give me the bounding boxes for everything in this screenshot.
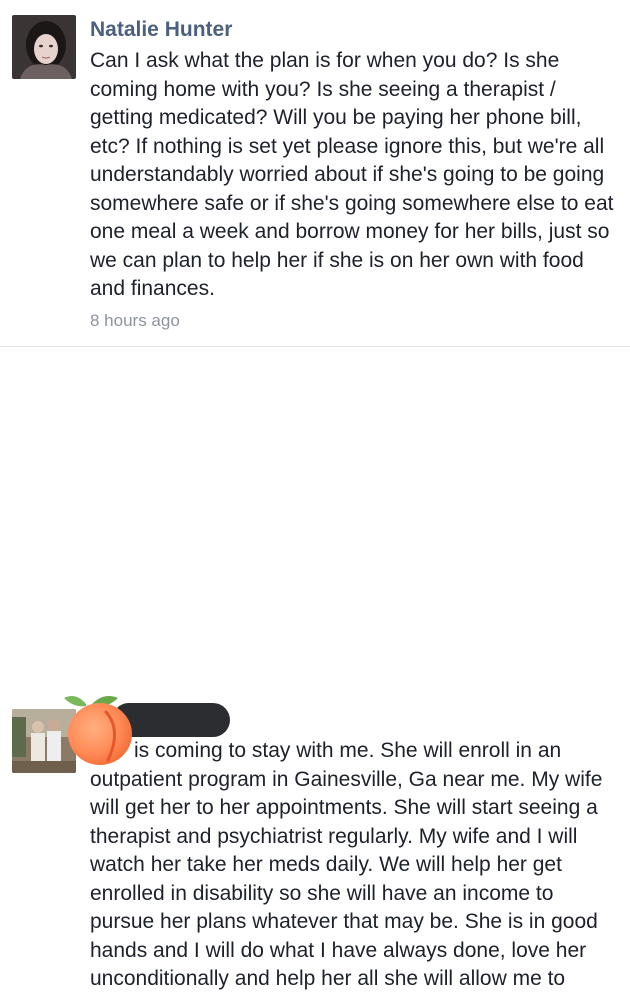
comment-timestamp[interactable]: 8 hours ago xyxy=(90,311,180,331)
comment-natalie: Natalie Hunter Can I ask what the plan i… xyxy=(0,0,630,346)
comment-author[interactable]: Natalie Hunter xyxy=(90,18,232,42)
comment-text: is coming to stay with me. She will enro… xyxy=(90,739,603,990)
avatar[interactable] xyxy=(12,15,76,79)
comment-text: Can I ask what the plan is for when you … xyxy=(90,49,614,300)
profile-photo-icon xyxy=(12,15,76,79)
comment-reply: is coming to stay with me. She will enro… xyxy=(0,347,630,990)
